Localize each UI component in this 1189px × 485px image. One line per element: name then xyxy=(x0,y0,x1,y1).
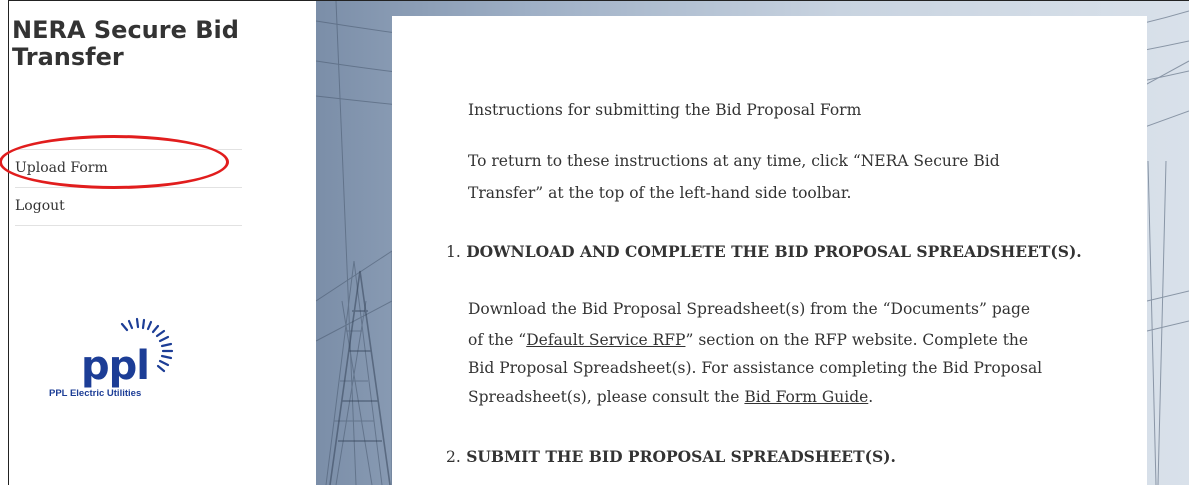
nav-item-logout[interactable]: Logout xyxy=(15,187,242,226)
step-1-body-line-4-post: . xyxy=(868,388,874,406)
step-1-title-text: DOWNLOAD AND COMPLETE THE BID PROPOSAL S… xyxy=(466,242,1082,261)
logo-subtitle: PPL Electric Utilities xyxy=(49,388,142,399)
return-note-line-1: To return to these instructions at any t… xyxy=(468,152,1000,170)
step-1-body-line-2-post: ” section on the RFP website. Complete t… xyxy=(685,331,1029,349)
sidebar: NERA Secure Bid Transfer Upload Form Log… xyxy=(0,1,316,485)
step-1-body-line-2-pre: of the “ xyxy=(468,331,527,349)
site-title-link[interactable]: NERA Secure Bid Transfer xyxy=(12,17,272,71)
content-card: Instructions for submitting the Bid Prop… xyxy=(392,16,1147,485)
bid-form-guide-link[interactable]: Bid Form Guide xyxy=(744,388,868,406)
default-service-rfp-link[interactable]: Default Service RFP xyxy=(526,331,685,349)
red-annotation-ellipse xyxy=(0,135,229,189)
logo-wordmark: ppl xyxy=(81,343,150,389)
return-note-line-2: Transfer” at the top of the left-hand si… xyxy=(468,184,852,202)
instructions-heading: Instructions for submitting the Bid Prop… xyxy=(468,101,862,119)
step-2-title: 2. SUBMIT THE BID PROPOSAL SPREADSHEET(S… xyxy=(446,443,896,471)
step-1-body-line-2: of the “Default Service RFP” section on … xyxy=(468,326,1028,354)
step-2-number: 2. xyxy=(446,448,461,466)
step-1-number: 1. xyxy=(446,243,461,261)
step-1-body-line-3: Bid Proposal Spreadsheet(s). For assista… xyxy=(468,359,1043,377)
step-1-body-line-1: Download the Bid Proposal Spreadsheet(s)… xyxy=(468,300,1031,318)
step-1-title: 1. DOWNLOAD AND COMPLETE THE BID PROPOSA… xyxy=(446,238,1082,266)
step-2-title-text: SUBMIT THE BID PROPOSAL SPREADSHEET(S). xyxy=(466,447,896,466)
step-1-body-line-4: Spreadsheet(s), please consult the Bid F… xyxy=(468,383,873,411)
step-1-body-line-4-pre: Spreadsheet(s), please consult the xyxy=(468,388,745,406)
ppl-logo: ppl PPL Electric Utilities xyxy=(49,311,199,401)
